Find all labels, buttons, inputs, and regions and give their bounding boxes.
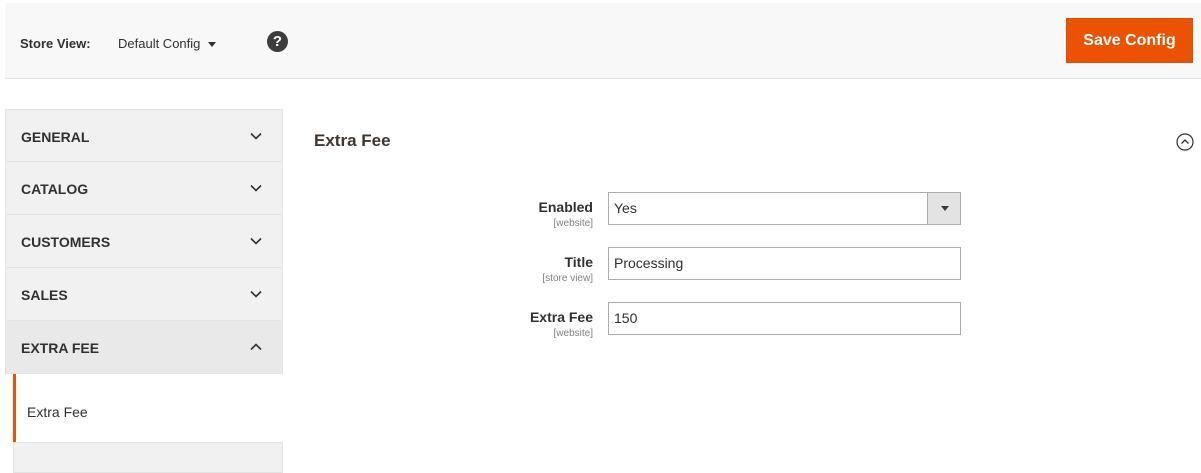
sidebar-subitem-label: Extra Fee: [27, 404, 88, 420]
sidebar-item-label: GENERAL: [21, 129, 90, 145]
collapse-circle-icon[interactable]: [1176, 133, 1194, 151]
chevron-down-icon: [250, 237, 262, 245]
field-label: Extra Fee: [529, 309, 593, 325]
title-input[interactable]: Processing: [608, 247, 961, 280]
sidebar-item-extra-fee[interactable]: EXTRA FEE: [5, 321, 283, 374]
sidebar-item-customers[interactable]: CUSTOMERS: [5, 215, 283, 268]
sidebar-item-label: CUSTOMERS: [21, 234, 111, 250]
sidebar-item-label: EXTRA FEE: [21, 340, 100, 356]
triangle-down-icon: [941, 206, 949, 211]
field-label: Title: [564, 254, 593, 270]
sidebar-item-sales[interactable]: SALES: [5, 268, 283, 321]
help-icon[interactable]: ?: [267, 31, 288, 52]
enabled-select[interactable]: Yes: [608, 192, 961, 225]
section-title[interactable]: Extra Fee: [314, 131, 391, 151]
store-view-value: Default Config: [118, 36, 201, 51]
sidebar-item-label: SALES: [21, 287, 68, 303]
extra-fee-input[interactable]: 150: [608, 302, 961, 335]
field-scope: [website]: [553, 218, 593, 229]
enabled-select-value: Yes: [614, 200, 637, 216]
chevron-down-icon: [250, 184, 262, 192]
field-enabled: Enabled [website] Yes: [420, 192, 980, 238]
save-config-button[interactable]: Save Config: [1066, 18, 1193, 63]
sidebar-item-general[interactable]: GENERAL: [5, 109, 283, 162]
sidebar-next-item[interactable]: [13, 442, 283, 473]
store-view-label: Store View:: [20, 36, 91, 51]
field-extra-fee: Extra Fee [website] 150: [420, 302, 980, 348]
field-title: Title [store view] Processing: [420, 247, 980, 293]
caret-down-icon: [208, 42, 217, 48]
page-actions-bar: Store View: Default Config ? Save Config: [5, 3, 1201, 79]
chevron-down-icon: [250, 132, 262, 140]
store-view-switcher[interactable]: Default Config: [118, 36, 217, 51]
chevron-down-icon: [250, 290, 262, 298]
chevron-up-icon: [250, 343, 262, 351]
config-sidebar: GENERAL CATALOG CUSTOMERS SALES EXTRA FE…: [5, 109, 283, 473]
sidebar-item-catalog[interactable]: CATALOG: [5, 162, 283, 215]
field-scope: [store view]: [542, 273, 593, 284]
select-toggle[interactable]: [927, 193, 960, 224]
field-scope: [website]: [553, 328, 593, 339]
field-label: Enabled: [538, 199, 593, 215]
sidebar-subitem-extra-fee[interactable]: Extra Fee: [13, 374, 283, 442]
sidebar-item-label: CATALOG: [21, 181, 89, 197]
